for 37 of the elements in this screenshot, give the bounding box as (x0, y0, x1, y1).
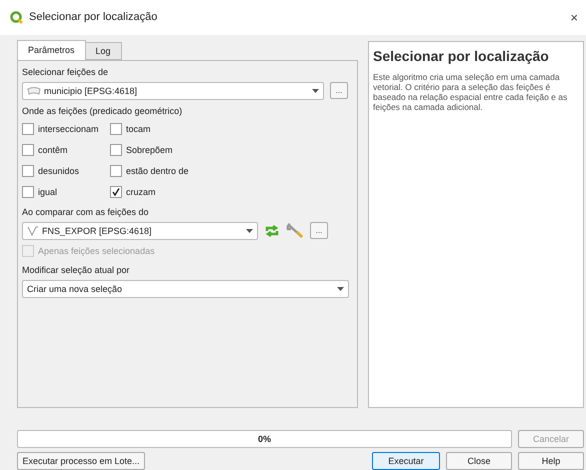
field-label: Modificar seleção atual por (22, 264, 131, 277)
layer-dropdown[interactable]: municipio [EPSG:4618] (22, 82, 324, 100)
checkbox[interactable]: contêm (22, 142, 110, 158)
field-label: Ao comparar com as feições do (22, 206, 150, 219)
layer-dropdown[interactable]: FNS_EXPOR [EPSG:4618] (22, 222, 258, 240)
checkbox[interactable]: tocam (110, 120, 260, 137)
checkbox[interactable]: estão dentro de (110, 162, 260, 179)
refresh-icon[interactable] (264, 224, 280, 238)
progress-reading: 0% (258, 434, 271, 444)
help-title: Selecionar por localização (373, 48, 550, 64)
checkbox[interactable]: cruzam (110, 184, 260, 200)
batch-button[interactable]: Executar processo em Lote... (17, 452, 145, 470)
help-text: Este algoritmo cria uma seleção em uma camada vetorial. O critério para a seleção das feições é baseado na relação espacial entre cada feição e as feições na camada adicional. (373, 72, 568, 113)
dropdown-caret-icon (246, 228, 253, 233)
wrench-icon[interactable] (286, 222, 304, 239)
checkbox[interactable]: interseccionam (22, 120, 110, 137)
dropdown-caret-icon (337, 286, 344, 291)
more-button[interactable]: ... (330, 82, 348, 100)
dialog-button[interactable]: Help (518, 452, 584, 470)
checkbox[interactable]: Sobrepõem (110, 142, 260, 158)
more-button[interactable]: ... (310, 222, 328, 240)
selection-mode-dropdown[interactable]: Criar uma nova seleção (22, 280, 349, 298)
dropdown-caret-icon (312, 88, 319, 93)
checkbox[interactable]: igual (22, 184, 110, 200)
window-title: Selecionar por localização (29, 11, 158, 24)
close-button[interactable]: × (570, 10, 578, 25)
dialog-button[interactable]: Executar (372, 452, 440, 470)
checkbox[interactable]: desunidos (22, 162, 110, 179)
polygon-layer-icon (27, 86, 41, 95)
app-logo-icon (10, 10, 23, 24)
line-layer-icon (27, 226, 39, 236)
checkmark-icon (112, 188, 120, 196)
tab[interactable]: Parâmetros (17, 40, 86, 60)
tab[interactable]: Log (84, 42, 122, 60)
field-label: Selecionar feições de (22, 66, 110, 79)
field-label: Onde as feições (predicado geométrico) (22, 104, 184, 118)
dialog-button[interactable]: Close (446, 452, 512, 470)
